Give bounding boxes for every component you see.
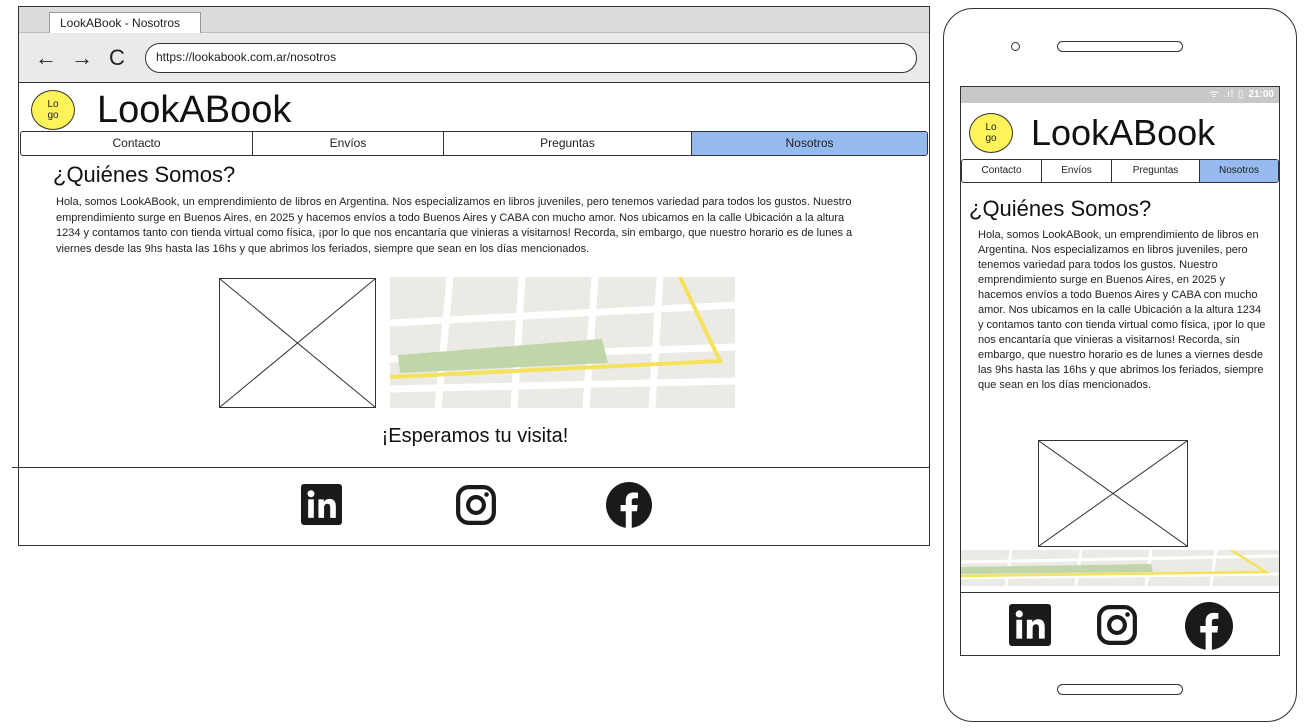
address-toolbar: ← → C https://lookabook.com.ar/nosotros (19, 33, 929, 83)
linkedin-icon[interactable] (1009, 604, 1051, 646)
brand-title: LookABook (1031, 112, 1216, 153)
about-text: Hola, somos LookABook, un emprendimiento… (56, 196, 853, 255)
status-time: 21:00 (1248, 89, 1274, 100)
phone-frame: ᯤ .ıl ▯ 21:00 Lo go LookABook Contacto Env… (943, 8, 1297, 722)
back-arrow-icon[interactable]: ← (35, 47, 57, 69)
main-nav: Contacto Envíos Preguntas Nosotros (20, 131, 928, 156)
page-title: ¿Quiénes Somos? (969, 196, 1152, 221)
site-logo[interactable]: Lo go (31, 90, 75, 130)
linkedin-icon[interactable] (301, 484, 342, 525)
instagram-icon[interactable] (455, 484, 497, 526)
facebook-icon[interactable] (606, 482, 652, 528)
nav-item-nosotros[interactable]: Nosotros (692, 132, 927, 155)
logo-text-top: Lo (985, 122, 997, 133)
logo-text-top: Lo (47, 99, 59, 110)
main-nav: Contacto Envíos Preguntas Nosotros (961, 159, 1279, 183)
camera-icon (1011, 42, 1020, 51)
browser-window: LookABook - Nosotros ← → C https://looka… (12, 6, 930, 546)
nav-item-preguntas[interactable]: Preguntas (1112, 160, 1200, 182)
phone-screen: ᯤ .ıl ▯ 21:00 Lo go LookABook Contacto Env… (960, 86, 1280, 656)
facebook-icon[interactable] (1185, 602, 1233, 650)
location-map[interactable] (390, 277, 735, 408)
instagram-icon[interactable] (1096, 604, 1138, 646)
about-text: Hola, somos LookABook, un emprendimiento… (978, 229, 1266, 391)
image-placeholder (1038, 440, 1188, 547)
browser-tab[interactable]: LookABook - Nosotros (49, 12, 201, 34)
nav-item-envios[interactable]: Envíos (1042, 160, 1112, 182)
forward-arrow-icon[interactable]: → (71, 47, 93, 69)
url-input[interactable]: https://lookabook.com.ar/nosotros (145, 43, 917, 73)
signal-icon: ᯤ .ıl ▯ (1209, 89, 1245, 100)
location-map[interactable] (961, 550, 1279, 586)
tab-strip: LookABook - Nosotros (19, 7, 929, 34)
visit-message: ¡Esperamos tu visita! (381, 425, 569, 447)
speaker-slot (1057, 41, 1183, 52)
nav-item-preguntas[interactable]: Preguntas (444, 132, 692, 155)
brand-title: LookABook (97, 89, 292, 131)
footer-divider (12, 467, 929, 468)
image-placeholder (219, 278, 376, 408)
home-button[interactable] (1057, 684, 1183, 695)
logo-text-bottom: go (985, 133, 997, 144)
nav-item-contacto[interactable]: Contacto (962, 160, 1042, 182)
page-title: ¿Quiénes Somos? (53, 162, 236, 187)
nav-item-nosotros[interactable]: Nosotros (1200, 160, 1278, 182)
reload-icon[interactable]: C (109, 47, 125, 69)
footer-divider (961, 592, 1279, 593)
nav-item-contacto[interactable]: Contacto (21, 132, 253, 155)
status-bar: ᯤ .ıl ▯ 21:00 (961, 87, 1279, 103)
site-logo[interactable]: Lo go (969, 113, 1013, 153)
nav-item-envios[interactable]: Envíos (253, 132, 444, 155)
logo-text-bottom: go (47, 110, 59, 121)
